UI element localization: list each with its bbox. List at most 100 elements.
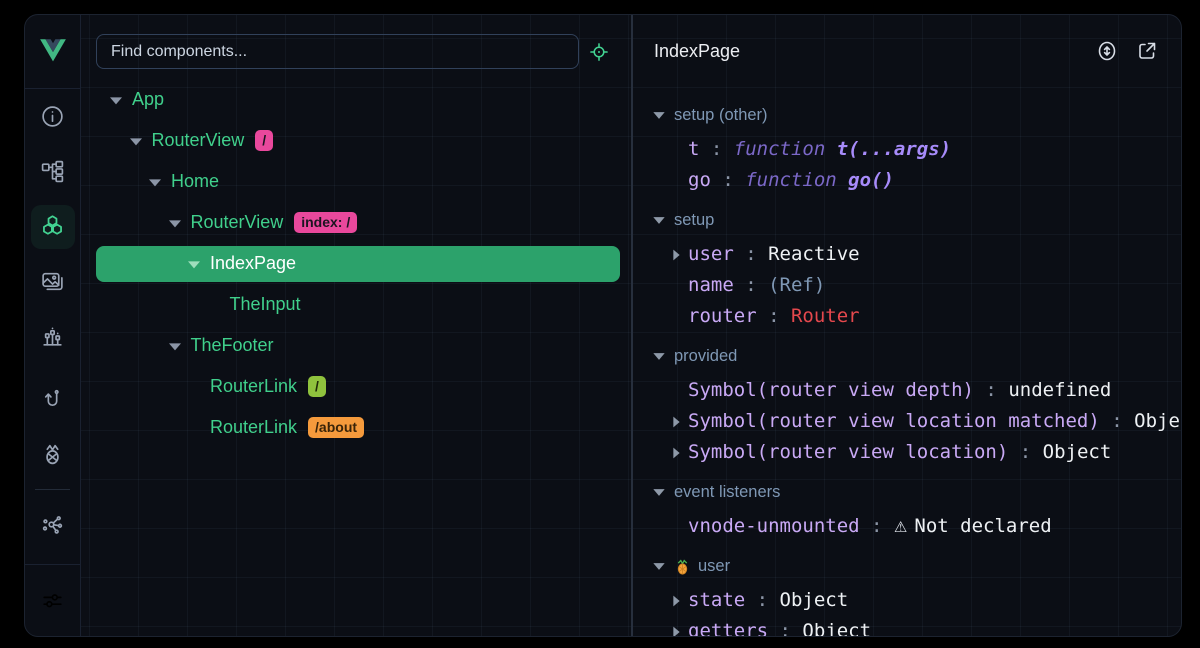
- caret-down-icon[interactable]: [169, 343, 181, 350]
- pineapple-icon: [674, 558, 691, 575]
- prop-row-symbol-router-view-depth[interactable]: Symbol(router view depth) : undefined: [653, 375, 1181, 406]
- open-in-editor-icon: [1135, 39, 1159, 63]
- tree-node-routerlink-8[interactable]: RouterLink/about: [81, 407, 631, 448]
- caret-right-icon[interactable]: [673, 416, 679, 427]
- caret-right-icon[interactable]: [673, 447, 679, 458]
- prop-row-state[interactable]: state : Object: [653, 585, 1181, 616]
- prop-row-go[interactable]: go : function go(): [653, 165, 1181, 196]
- section-label: provided: [674, 347, 737, 366]
- tree-node-app-0[interactable]: App: [81, 79, 631, 120]
- open-in-editor-button[interactable]: [1135, 39, 1159, 63]
- prop-row-user[interactable]: user : Reactive: [653, 239, 1181, 270]
- inspector-header: IndexPage: [636, 15, 1181, 87]
- caret-down-icon: [653, 112, 664, 119]
- prop-key: name: [688, 274, 734, 296]
- section-provided[interactable]: provided: [653, 338, 1181, 375]
- inspector-state: setup (other)t : function t(...args)go :…: [636, 87, 1181, 636]
- router-icon: [40, 387, 65, 412]
- settings-sliders-icon: [40, 588, 65, 613]
- route-badge: /about: [308, 417, 364, 438]
- colon-separator: :: [734, 243, 768, 265]
- route-badge: /: [308, 376, 326, 397]
- caret-down-icon[interactable]: [110, 97, 122, 104]
- panel-resize-handle[interactable]: [631, 15, 633, 636]
- component-name: App: [132, 89, 164, 110]
- caret-right-icon[interactable]: [673, 595, 679, 606]
- scroll-to-component-button[interactable]: [1095, 39, 1119, 63]
- inspect-component-button[interactable]: [586, 39, 612, 65]
- caret-down-icon[interactable]: [130, 138, 142, 145]
- tree-node-routerview-3[interactable]: RouterView index: /: [81, 202, 631, 243]
- colon-separator: :: [734, 274, 768, 296]
- colon-separator: :: [711, 169, 745, 191]
- prop-row-vnode-unmounted[interactable]: vnode-unmounted : ⚠Not declared: [653, 511, 1181, 542]
- tree-node-indexpage-4[interactable]: IndexPage: [81, 243, 631, 284]
- prop-key: Symbol(router view depth): [688, 379, 974, 401]
- prop-value: Object: [1134, 410, 1181, 432]
- vue-logo: [25, 15, 80, 89]
- tree-node-routerlink-7[interactable]: RouterLink/: [81, 366, 631, 407]
- scroll-to-component-icon: [1095, 39, 1119, 63]
- caret-down-icon[interactable]: [188, 261, 200, 268]
- search-input[interactable]: [96, 34, 579, 69]
- prop-key: go: [688, 169, 711, 191]
- section-setup-other[interactable]: setup (other): [653, 97, 1181, 134]
- target-crosshair-icon: [588, 41, 610, 63]
- sidebar: [25, 15, 81, 636]
- caret-down-icon[interactable]: [149, 179, 161, 186]
- sidebar-item-settings[interactable]: [25, 564, 80, 636]
- colon-separator: :: [860, 515, 894, 537]
- caret-right-icon[interactable]: [673, 626, 679, 636]
- function-keyword: function: [734, 138, 837, 160]
- sidebar-item-overview[interactable]: [25, 89, 80, 144]
- prop-value: Reactive: [768, 243, 860, 265]
- components-hexagons-icon: [40, 214, 65, 239]
- prop-key: t: [688, 138, 699, 160]
- caret-down-icon: [653, 563, 664, 570]
- tree-node-home-2[interactable]: Home: [81, 161, 631, 202]
- component-name: RouterView: [191, 212, 284, 233]
- colon-separator: :: [768, 620, 802, 636]
- sidebar-item-timeline[interactable]: [25, 309, 80, 364]
- section-label: setup (other): [674, 106, 768, 125]
- pages-tree-icon: [40, 159, 65, 184]
- colon-separator: :: [1100, 410, 1134, 432]
- assets-images-icon: [40, 269, 65, 294]
- component-tree: App RouterView/Home RouterView index: / Inde…: [81, 79, 631, 448]
- prop-row-t[interactable]: t : function t(...args): [653, 134, 1181, 165]
- tree-node-theinput-5[interactable]: TheInput: [81, 284, 631, 325]
- component-name: TheFooter: [191, 335, 274, 356]
- section-setup[interactable]: setup: [653, 202, 1181, 239]
- section-user[interactable]: user: [653, 548, 1181, 585]
- caret-down-icon: [653, 353, 664, 360]
- tree-node-thefooter-6[interactable]: TheFooter: [81, 325, 631, 366]
- colon-separator: :: [1008, 441, 1042, 463]
- prop-row-symbol-router-view-location-matched[interactable]: Symbol(router view location matched) : O…: [653, 406, 1181, 437]
- colon-separator: :: [745, 589, 779, 611]
- route-badge: index: /: [294, 212, 357, 233]
- sidebar-item-pinia[interactable]: [25, 427, 80, 482]
- caret-down-icon[interactable]: [169, 220, 181, 227]
- prop-value: Object: [1043, 441, 1112, 463]
- section-label: setup: [674, 211, 714, 230]
- sidebar-divider: [35, 489, 70, 490]
- prop-value: undefined: [1008, 379, 1111, 401]
- prop-row-name[interactable]: name : (Ref): [653, 270, 1181, 301]
- caret-right-icon[interactable]: [673, 249, 679, 260]
- sidebar-item-router[interactable]: [25, 372, 80, 427]
- prop-value: Router: [791, 305, 860, 327]
- sidebar-item-pages[interactable]: [25, 144, 80, 199]
- component-name: TheInput: [230, 294, 301, 315]
- prop-row-getters[interactable]: getters : Object: [653, 616, 1181, 636]
- component-name: IndexPage: [210, 253, 296, 274]
- tree-node-routerview-1[interactable]: RouterView/: [81, 120, 631, 161]
- prop-value: Object: [780, 589, 849, 611]
- sidebar-item-graph[interactable]: [25, 497, 80, 552]
- prop-row-symbol-router-view-location[interactable]: Symbol(router view location) : Object: [653, 437, 1181, 468]
- pinia-pineapple-icon: [40, 442, 65, 467]
- prop-row-router[interactable]: router : Router: [653, 301, 1181, 332]
- section-event-listeners[interactable]: event listeners: [653, 474, 1181, 511]
- sidebar-item-assets[interactable]: [25, 254, 80, 309]
- sidebar-item-components[interactable]: [25, 199, 80, 254]
- prop-key: user: [688, 243, 734, 265]
